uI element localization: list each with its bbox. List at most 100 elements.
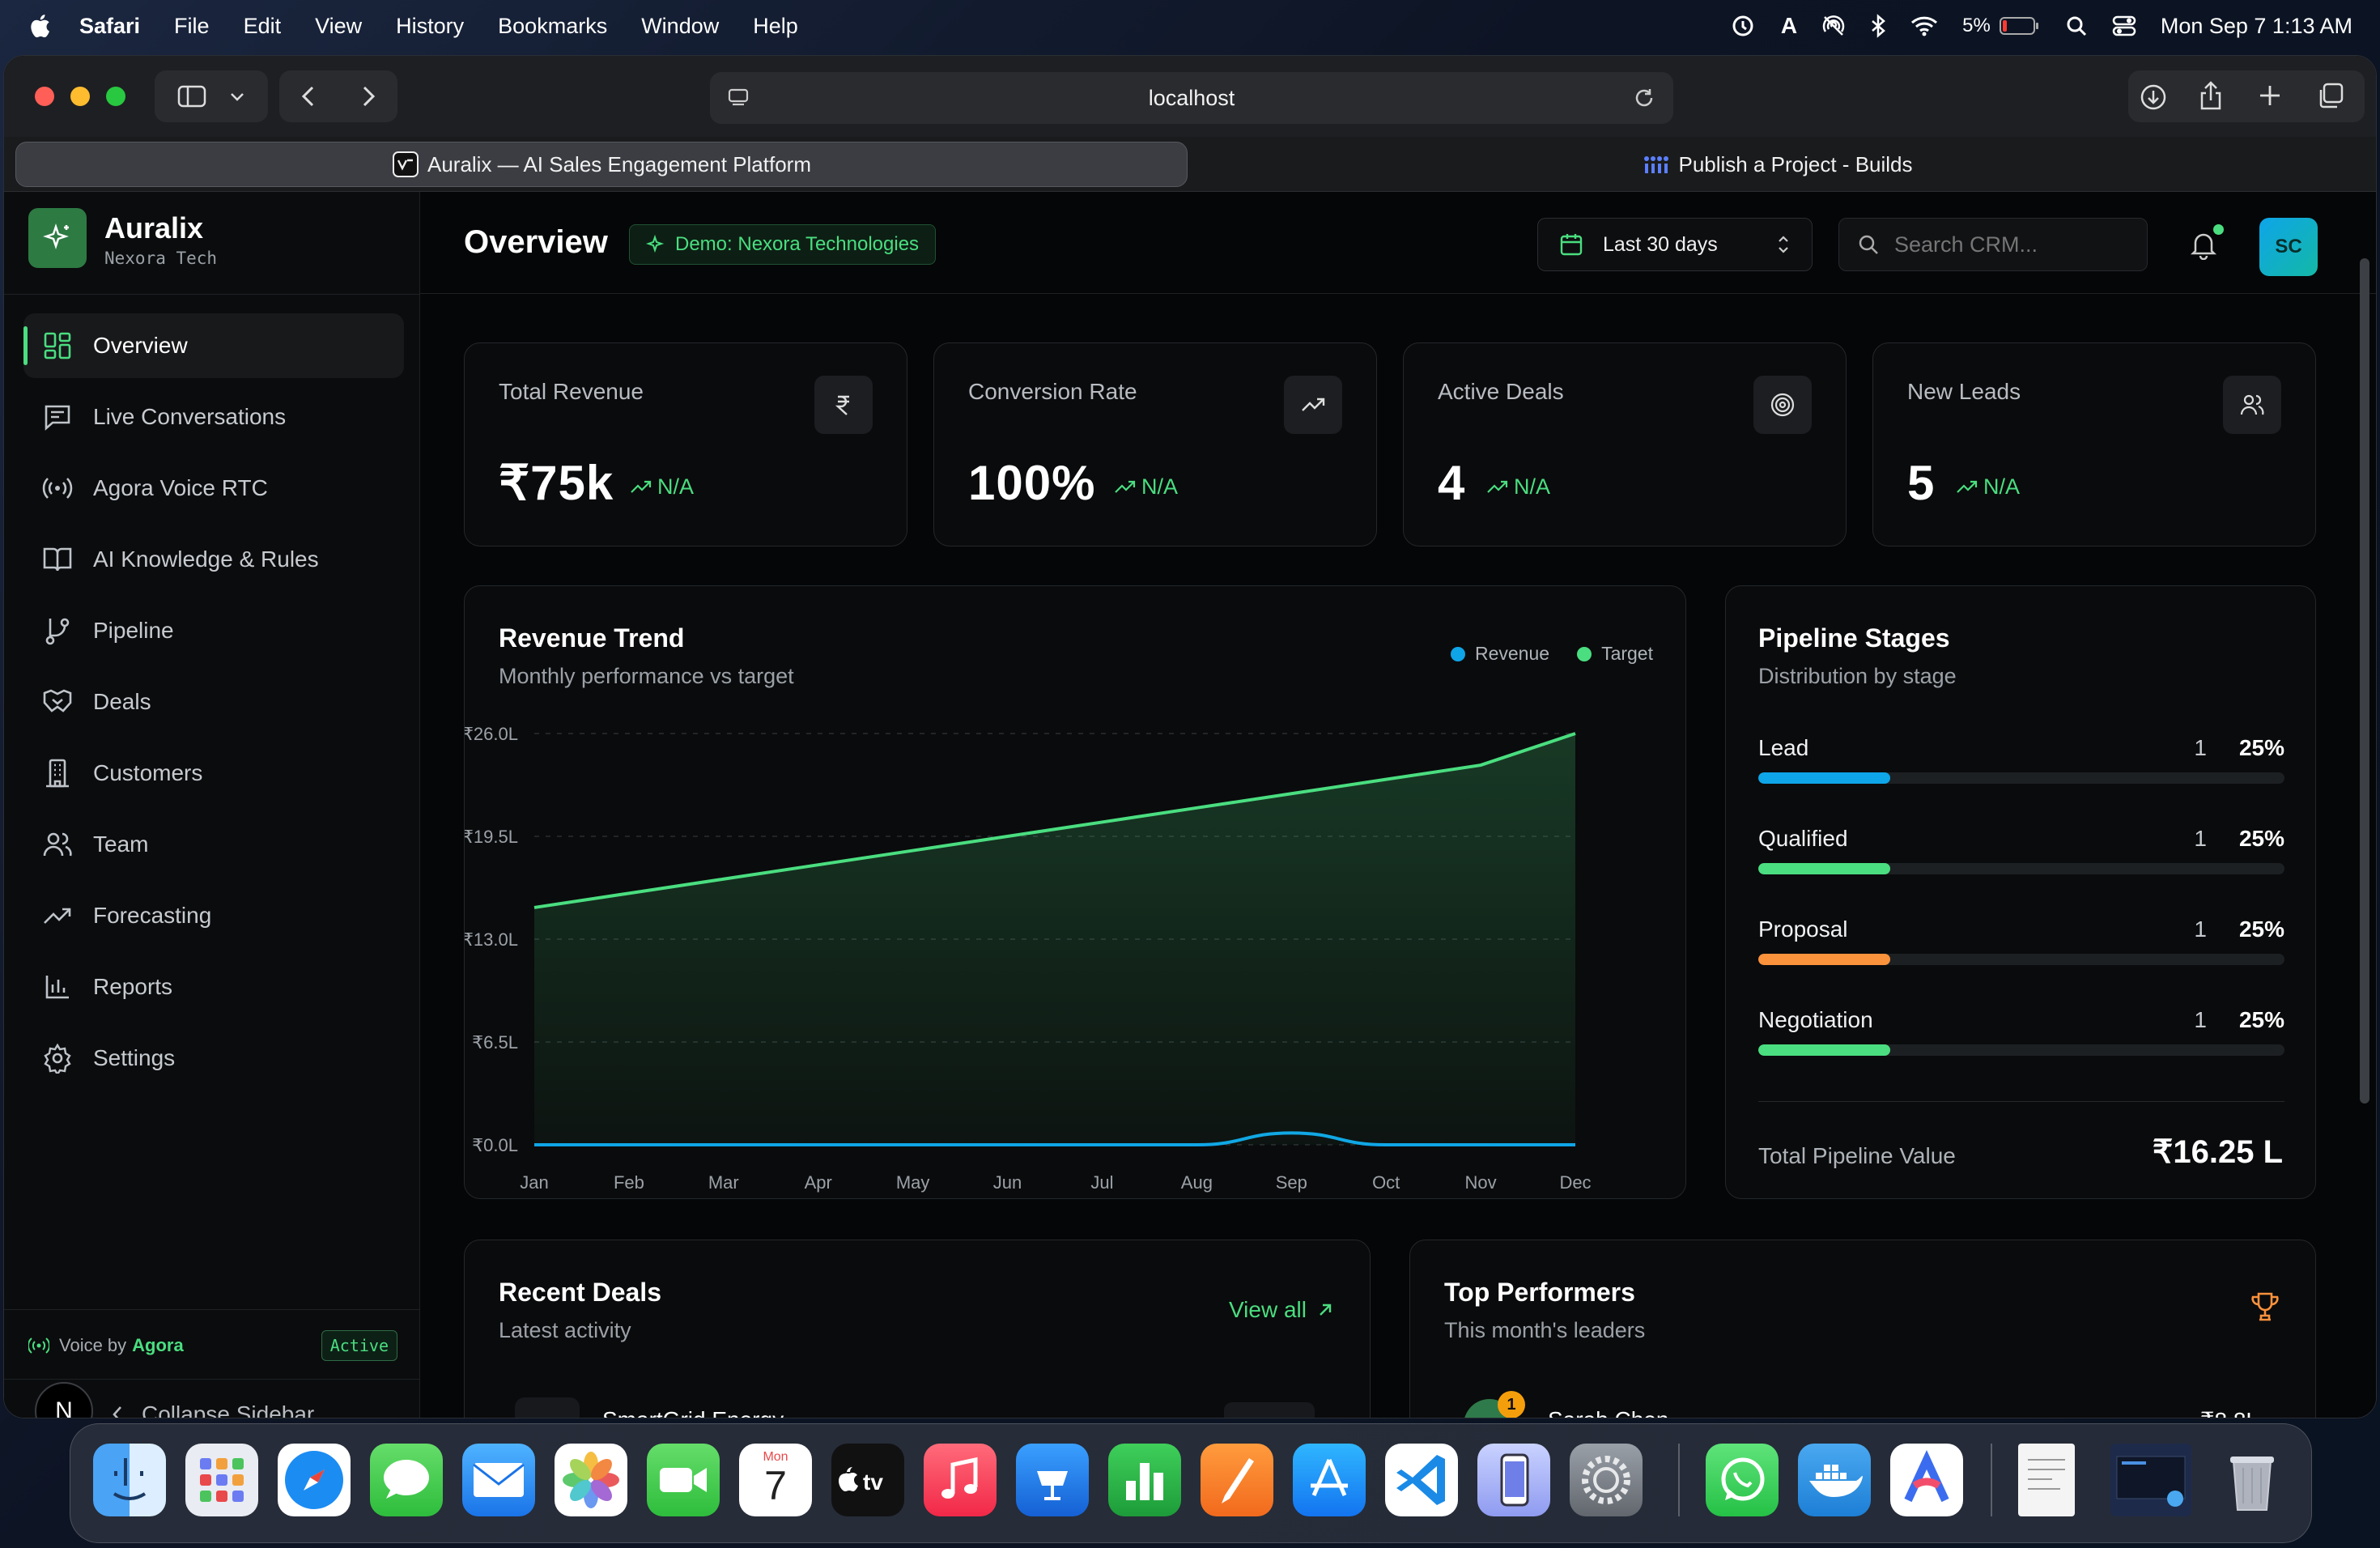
screenshot-icon[interactable] — [2110, 1444, 2191, 1516]
apple-tv-icon[interactable]: tv — [831, 1444, 904, 1516]
launchpad-icon[interactable] — [185, 1444, 258, 1516]
back-button[interactable] — [300, 85, 317, 108]
brand-logo[interactable] — [28, 208, 87, 268]
music-icon[interactable] — [924, 1444, 997, 1516]
view-all-link[interactable]: View all — [1229, 1297, 1334, 1323]
menu-help[interactable]: Help — [753, 14, 798, 39]
stage-progress-track — [1758, 1044, 2284, 1056]
text-input-icon[interactable]: A — [1781, 13, 1797, 39]
battery-icon[interactable] — [1999, 15, 2041, 36]
whatsapp-icon[interactable] — [1706, 1444, 1779, 1516]
user-avatar[interactable]: N — [35, 1382, 93, 1418]
chevrons-up-down-icon — [1776, 234, 1791, 255]
simulator-icon[interactable] — [1477, 1444, 1550, 1516]
stage-lead[interactable]: Lead 1 25% — [1758, 735, 2284, 800]
menu-bar: Safari File Edit View History Bookmarks … — [0, 0, 2380, 52]
sidebar-item-customers[interactable]: Customers — [23, 741, 404, 806]
sidebar-item-team[interactable]: Team — [23, 812, 404, 877]
tab-publish-project[interactable]: Publish a Project - Builds — [1191, 142, 2365, 187]
airdrop-icon[interactable] — [1821, 14, 1846, 38]
x-tick-label: Nov — [1465, 1172, 1497, 1193]
menu-history[interactable]: History — [396, 14, 464, 39]
app-store-icon[interactable] — [1293, 1444, 1366, 1516]
tab-auralix[interactable]: Auralix — AI Sales Engagement Platform — [15, 142, 1188, 187]
downloads-icon[interactable] — [2140, 83, 2167, 111]
menu-window[interactable]: Window — [641, 14, 719, 39]
deal-row-name[interactable]: SmartGrid Energy — [602, 1407, 784, 1418]
pipeline-divider — [1758, 1101, 2284, 1102]
docker-icon[interactable] — [1798, 1444, 1871, 1516]
kpi-card-active-deals[interactable]: Active Deals 4 N/A — [1403, 342, 1847, 546]
stage-qualified[interactable]: Qualified 1 25% — [1758, 826, 2284, 891]
finder-icon[interactable] — [93, 1444, 166, 1516]
tab-overview-icon[interactable] — [2316, 82, 2345, 111]
messages-icon[interactable] — [370, 1444, 443, 1516]
menu-file[interactable]: File — [174, 14, 210, 39]
menu-edit[interactable]: Edit — [244, 14, 282, 39]
keynote-icon[interactable] — [1016, 1444, 1089, 1516]
stage-proposal[interactable]: Proposal 1 25% — [1758, 916, 2284, 981]
numbers-icon[interactable] — [1108, 1444, 1181, 1516]
menu-bookmarks[interactable]: Bookmarks — [498, 14, 607, 39]
zoom-window-button[interactable] — [106, 87, 125, 106]
page-settings-icon[interactable] — [728, 88, 749, 108]
collapse-sidebar-button[interactable]: Collapse Sidebar — [111, 1398, 314, 1418]
menu-app-name[interactable]: Safari — [79, 14, 140, 39]
wifi-icon[interactable] — [1910, 15, 1938, 36]
accessibility-icon[interactable] — [1729, 14, 1757, 38]
address-bar[interactable]: localhost — [710, 72, 1673, 124]
sidebar-item-overview[interactable]: Overview — [23, 313, 404, 378]
kpi-card-new-leads[interactable]: New Leads 5 N/A — [1872, 342, 2316, 546]
sidebar-item-ai-knowledge[interactable]: AI Knowledge & Rules — [23, 527, 404, 592]
document-icon[interactable] — [2018, 1444, 2075, 1516]
user-initials-avatar[interactable]: SC — [2259, 218, 2318, 276]
sidebar-item-reports[interactable]: Reports — [23, 955, 404, 1019]
calendar-icon[interactable]: Mon 7 — [739, 1444, 812, 1516]
sidebar-item-settings[interactable]: Settings — [23, 1026, 404, 1091]
legend-item-target[interactable]: Target — [1577, 643, 1653, 665]
vscode-icon[interactable] — [1385, 1444, 1458, 1516]
performer-name[interactable]: Sarah Chen — [1548, 1407, 1668, 1418]
stage-negotiation[interactable]: Negotiation 1 25% — [1758, 1007, 2284, 1072]
new-tab-icon[interactable] — [2258, 83, 2282, 108]
close-window-button[interactable] — [35, 87, 54, 106]
search-input[interactable] — [1894, 232, 2129, 257]
bluetooth-icon[interactable] — [1870, 14, 1886, 38]
sidebar-item-agora-voice[interactable]: Agora Voice RTC — [23, 456, 404, 521]
target-area — [534, 734, 1575, 1145]
control-center-icon[interactable] — [2112, 15, 2136, 36]
page-scrollbar[interactable] — [2360, 258, 2369, 1104]
safari-icon[interactable] — [278, 1444, 351, 1516]
pages-icon[interactable] — [1201, 1444, 1273, 1516]
legend-item-revenue[interactable]: Revenue — [1450, 643, 1549, 665]
trash-icon[interactable] — [2216, 1444, 2289, 1516]
notifications-button[interactable] — [2183, 224, 2224, 265]
facetime-icon[interactable] — [647, 1444, 720, 1516]
search-box[interactable] — [1838, 218, 2148, 271]
forward-button[interactable] — [360, 85, 376, 108]
kpi-card-conversion-rate[interactable]: Conversion Rate 100% N/A — [933, 342, 1377, 546]
sidebar-item-deals[interactable]: Deals — [23, 670, 404, 734]
chevron-left-icon — [111, 1405, 124, 1418]
x-tick-label: May — [896, 1172, 930, 1193]
photos-icon[interactable] — [555, 1444, 627, 1516]
demo-badge[interactable]: Demo: Nexora Technologies — [629, 224, 937, 265]
apple-icon[interactable] — [29, 14, 50, 38]
menu-clock[interactable]: Mon Sep 7 1:13 AM — [2161, 14, 2352, 39]
system-settings-icon[interactable] — [1570, 1444, 1643, 1516]
minimize-window-button[interactable] — [70, 87, 90, 106]
date-range-select[interactable]: Last 30 days — [1537, 218, 1813, 271]
sidebar-toggle-button[interactable] — [155, 70, 268, 122]
spotlight-icon[interactable] — [2065, 15, 2088, 37]
share-icon[interactable] — [2198, 80, 2224, 111]
sidebar-item-label: Overview — [93, 333, 188, 358]
sidebar-item-pipeline[interactable]: Pipeline — [23, 598, 404, 663]
sidebar-item-forecasting[interactable]: Forecasting — [23, 883, 404, 948]
sidebar-item-live-conversations[interactable]: Live Conversations — [23, 385, 404, 449]
stage-progress-track — [1758, 863, 2284, 874]
kpi-card-total-revenue[interactable]: Total Revenue ₹75k N/A — [464, 342, 907, 546]
reload-icon[interactable] — [1633, 87, 1655, 109]
arc-icon[interactable] — [1890, 1444, 1963, 1516]
mail-icon[interactable] — [462, 1444, 535, 1516]
menu-view[interactable]: View — [315, 14, 362, 39]
